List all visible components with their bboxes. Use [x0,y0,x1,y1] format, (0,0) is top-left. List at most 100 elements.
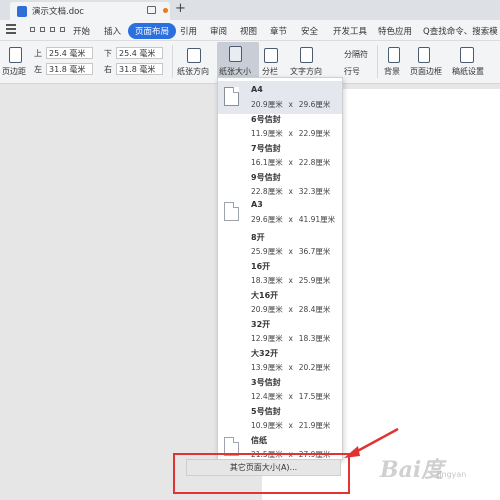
margins-icon[interactable] [9,47,22,63]
paper-height: 22.8厘米 [298,158,331,167]
background-icon[interactable] [388,47,400,63]
times-sign: x [288,158,293,167]
paper-height: 32.3厘米 [298,187,331,196]
background-label[interactable]: 背景 [384,66,400,77]
menu-icon[interactable] [6,24,16,26]
save-icon[interactable] [30,27,35,32]
times-sign: x [288,334,293,343]
paper-height: 41.91厘米 [298,215,336,224]
document-tab[interactable]: 演示文档.doc [10,2,170,20]
times-sign: x [288,129,293,138]
paper-size-name: 16开 [251,262,271,271]
margins-label[interactable]: 页边距 [2,66,26,77]
paper-size-name: 信纸 [251,436,267,445]
menu-item-start[interactable]: 开始 [73,25,90,37]
paper-setup-label[interactable]: 稿纸设置 [452,66,484,77]
paper-size-name: 大16开 [251,291,279,300]
menu-item-references[interactable]: 引用 [180,25,197,37]
menu-item-special[interactable]: 特色应用 [378,25,412,37]
margin-left-label: 左 [34,65,42,74]
paper-portrait-icon [224,87,239,106]
command-search[interactable]: Q查找命令、搜索模 [423,25,498,37]
times-sign: x [288,215,293,224]
paper-width: 16.1厘米 [251,158,283,167]
menu-item-security[interactable]: 安全 [301,25,318,37]
paper-size-dimensions: 20.9厘米 x 28.4厘米 [251,304,330,315]
paper-width: 20.9厘米 [251,305,283,314]
paper-portrait-icon [224,202,239,221]
paper-size-dimensions: 29.6厘米 x 41.91厘米 [251,214,335,225]
page-border-label[interactable]: 页面边框 [410,66,442,77]
times-sign: x [288,305,293,314]
paper-height: 20.2厘米 [298,363,331,372]
page-border-icon[interactable] [418,47,430,63]
paper-width: 13.9厘米 [251,363,283,372]
menu-bar: 开始 插入 页面布局 引用 审阅 视图 章节 安全 开发工具 特色应用 Q查找命… [0,20,500,41]
breaks-label[interactable]: 分隔符 [344,49,368,60]
watermark-logo: Bai度 [380,457,444,483]
times-sign: x [288,421,293,430]
ribbon-separator [172,45,173,78]
menu-item-view[interactable]: 视图 [240,25,257,37]
paper-size-item[interactable]: A3 29.6厘米 x 41.91厘米 [218,196,342,229]
paper-height: 18.3厘米 [298,334,331,343]
document-title: 演示文档.doc [32,7,84,17]
margin-left-field[interactable]: 左 31.8 毫米 [34,63,93,75]
paper-size-name: A4 [251,85,263,94]
orientation-label[interactable]: 纸张方向 [177,66,209,77]
paper-size-name: A3 [251,200,263,209]
paper-size-name: 9号信封 [251,173,281,182]
undo-icon[interactable] [60,27,65,32]
new-tab-button[interactable]: + [175,1,186,16]
paper-width: 11.9厘米 [251,129,283,138]
text-direction-label[interactable]: 文字方向 [290,66,322,77]
times-sign: x [288,100,293,109]
menu-item-developer[interactable]: 开发工具 [333,25,367,37]
paper-size-name: 3号信封 [251,378,281,387]
margin-right-field[interactable]: 右 31.8 毫米 [104,63,163,75]
paper-width: 18.3厘米 [251,276,283,285]
paper-height: 22.9厘米 [298,129,331,138]
paper-size-dropdown: A4 20.9厘米 x 29.6厘米 6号信封 11.9厘米 x 22.9厘米 7号信封 16.1… [217,77,343,460]
paper-width: 10.9厘米 [251,421,283,430]
paper-size-dimensions: 12.4厘米 x 17.5厘米 [251,391,330,402]
menu-item-review[interactable]: 审阅 [210,25,227,37]
title-bar: 演示文档.doc + [0,0,500,20]
menu-item-insert[interactable]: 插入 [104,25,121,37]
menu-item-chapter[interactable]: 章节 [270,25,287,37]
paper-height: 25.9厘米 [298,276,331,285]
times-sign: x [288,276,293,285]
margin-top-value[interactable]: 25.4 毫米 [46,47,93,59]
paper-size-dimensions: 10.9厘米 x 21.9厘米 [251,420,330,431]
print-icon[interactable] [50,27,55,32]
paper-size-name: 8开 [251,233,265,242]
paper-size-dimensions: 11.9厘米 x 22.9厘米 [251,128,330,139]
columns-icon[interactable] [264,48,278,63]
times-sign: x [288,363,293,372]
paper-size-icon[interactable] [229,46,242,62]
times-sign: x [288,247,293,256]
orientation-icon[interactable] [187,48,201,63]
margin-top-field[interactable]: 上 25.4 毫米 [34,47,93,59]
paper-height: 36.7厘米 [298,247,331,256]
menu-item-page-layout[interactable]: 页面布局 [128,23,177,39]
paper-width: 25.9厘米 [251,247,283,256]
paper-height: 21.9厘米 [298,421,331,430]
paper-size-name: 32开 [251,320,271,329]
text-direction-icon[interactable] [300,47,313,63]
margin-right-value[interactable]: 31.8 毫米 [116,63,163,75]
paper-width: 22.8厘米 [251,187,283,196]
columns-label[interactable]: 分栏 [262,66,278,77]
document-icon [17,6,27,17]
margin-bottom-field[interactable]: 下 25.4 毫米 [104,47,163,59]
line-numbers-label[interactable]: 行号 [344,66,360,77]
monitor-icon[interactable] [147,6,156,14]
paper-size-dimensions: 16.1厘米 x 22.8厘米 [251,157,330,168]
margin-bottom-value[interactable]: 25.4 毫米 [116,47,163,59]
margin-top-label: 上 [34,49,42,58]
margin-left-value[interactable]: 31.8 毫米 [46,63,93,75]
ribbon-separator [377,45,378,78]
paper-size-label[interactable]: 纸张大小 [219,66,251,77]
open-icon[interactable] [40,27,45,32]
paper-setup-icon[interactable] [460,47,474,63]
